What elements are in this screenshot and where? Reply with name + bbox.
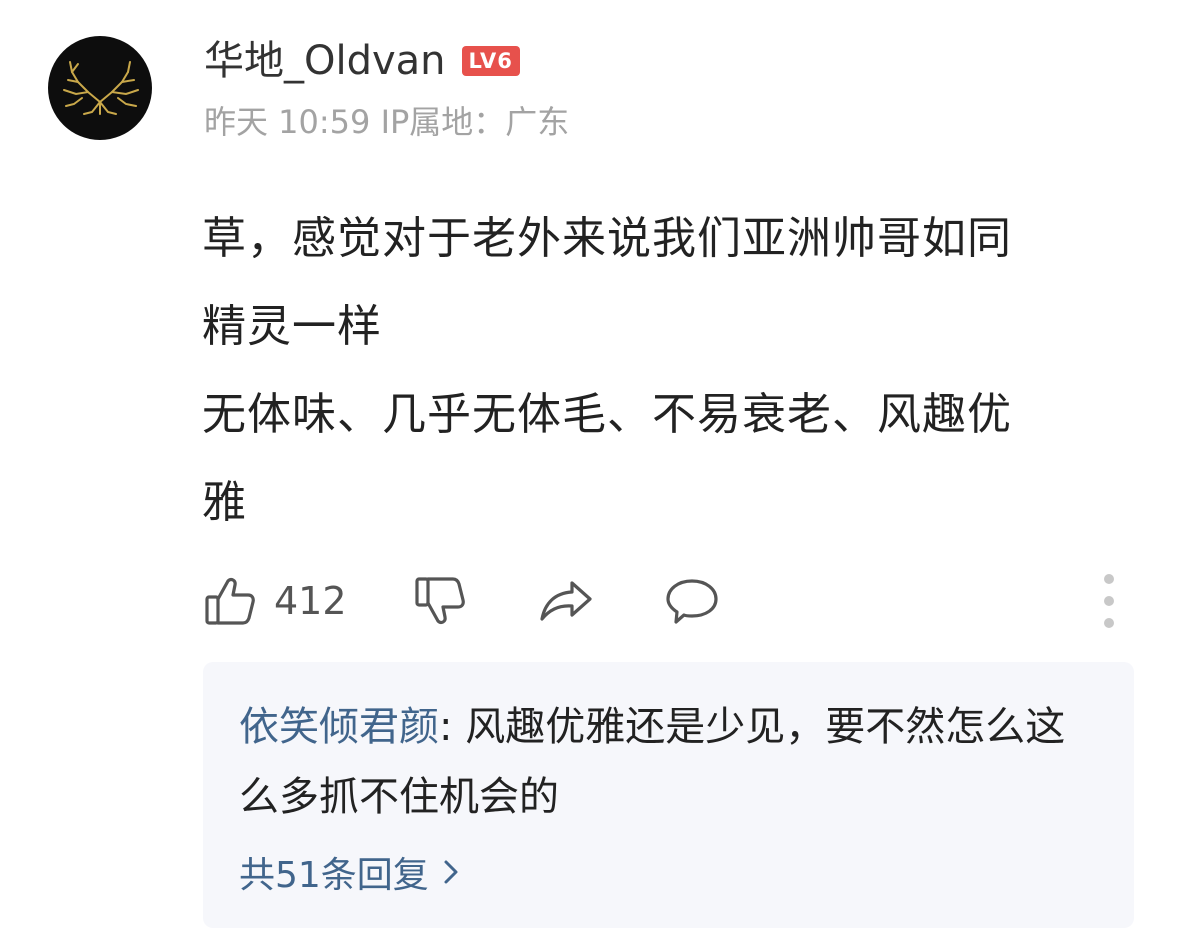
action-bar: 412 [204,570,1124,632]
comment-body-line: 雅 [202,477,247,528]
more-vertical-icon [1104,596,1114,606]
view-replies-link[interactable]: 共51条回复 [239,844,459,900]
thumbs-down-icon [415,577,465,624]
reply-separator: : [439,704,466,750]
more-vertical-icon [1104,618,1114,628]
reply-preview[interactable]: 依笑倾君颜: 风趣优雅还是少见，要不然怎么这么多抓不住机会的 共51条回复 [203,662,1134,928]
comment-body-line: 草，感觉对于老外来说我们亚洲帅哥如同 [202,213,1012,264]
comment-bubble-icon [666,579,718,624]
comment-body-line: 无体味、几乎无体毛、不易衰老、风趣优 [202,389,1012,440]
dislike-button[interactable] [414,570,466,632]
reply-button[interactable] [664,570,720,632]
more-vertical-icon [1104,574,1114,584]
comment-body-line: 精灵一样 [202,301,382,352]
share-button[interactable] [538,570,594,632]
chevron-right-icon [444,860,458,884]
comment-meta: 昨天 10:59 IP属地：广东 [204,103,570,141]
like-count: 412 [274,579,347,623]
reply-author[interactable]: 依笑倾君颜 [239,704,439,750]
thumbs-up-icon [205,578,255,625]
reply-preview-text: 依笑倾君颜: 风趣优雅还是少见，要不然怎么这么多抓不住机会的 [239,692,1099,832]
username[interactable]: 华地_Oldvan [204,36,446,86]
comment-body: 草，感觉对于老外来说我们亚洲帅哥如同 精灵一样 无体味、几乎无体毛、不易衰老、风… [202,195,1122,547]
username-row: 华地_Oldvan LV6 [204,36,520,86]
like-button[interactable]: 412 [204,570,347,632]
avatar[interactable] [48,36,152,140]
deer-antler-icon [63,61,139,115]
reply-count-label: 共51条回复 [239,855,429,896]
level-badge: LV6 [461,46,520,76]
more-button[interactable] [1098,574,1120,628]
comment-card: 华地_Oldvan LV6 昨天 10:59 IP属地：广东 草，感觉对于老外来… [0,0,1179,934]
share-arrow-icon [540,581,592,621]
